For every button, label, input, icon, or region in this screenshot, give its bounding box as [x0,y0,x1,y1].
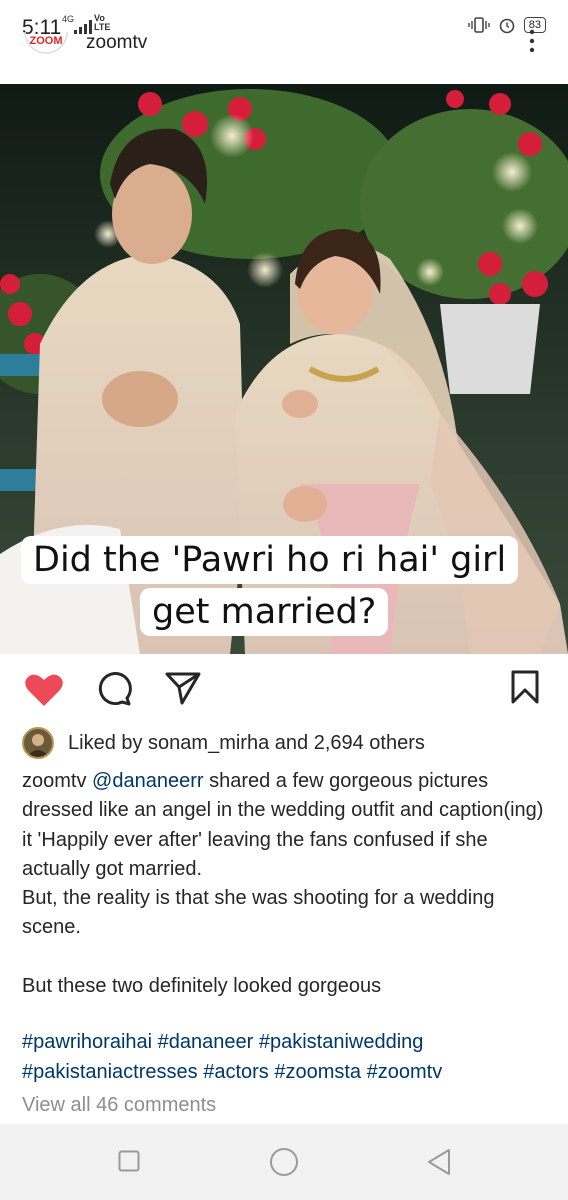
view-all-comments-link[interactable]: View all 46 comments [22,1094,216,1117]
hashtags-line1[interactable]: #pawrihoraihai #dananeer #pakistaniweddi… [22,1027,552,1057]
hashtags: #pawrihoraihai #dananeer #pakistaniweddi… [22,1027,552,1087]
overlay-text-line1: Did the 'Pawri ho ri hai' girl [21,536,519,584]
caption-text-2: But, the reality is that she was shootin… [22,887,495,939]
caption-mention[interactable]: @dananeerr [92,770,203,792]
share-icon[interactable] [164,670,202,706]
likes-count-text: Liked by sonam_mirha and 2,694 others [68,731,425,754]
caption-username[interactable]: zoomtv [22,770,86,792]
likes-row[interactable]: Liked by sonam_mirha and 2,694 others [22,726,425,760]
account-avatar[interactable]: ZOOM [24,32,68,68]
save-bookmark-icon[interactable] [510,670,540,704]
back-icon[interactable] [426,1148,452,1176]
overlay-text-line2: get married? [140,588,389,636]
hashtags-line2[interactable]: #pakistaniactresses #actors #zoomsta #zo… [22,1057,552,1087]
recent-apps-icon[interactable] [118,1150,140,1172]
more-options-icon[interactable] [528,28,536,54]
system-navigation-bar [0,1124,568,1200]
post-header: ZOOM zoomtv [0,28,568,82]
post-image[interactable]: Did the 'Pawri ho ri hai' girl get marri… [0,84,568,654]
liker-avatar [22,727,54,759]
home-icon[interactable] [269,1147,299,1177]
account-username[interactable]: zoomtv [86,32,147,54]
caption-text-3: But these two definitely looked gorgeous [22,975,382,998]
post-caption: zoomtv @dananeerr shared a few gorgeous … [22,767,552,1001]
logo-text: ZOOM [30,35,63,47]
post-actions [0,664,568,714]
like-heart-icon[interactable] [24,672,64,708]
comment-icon[interactable] [96,671,132,707]
network-type: 4G [62,14,75,24]
